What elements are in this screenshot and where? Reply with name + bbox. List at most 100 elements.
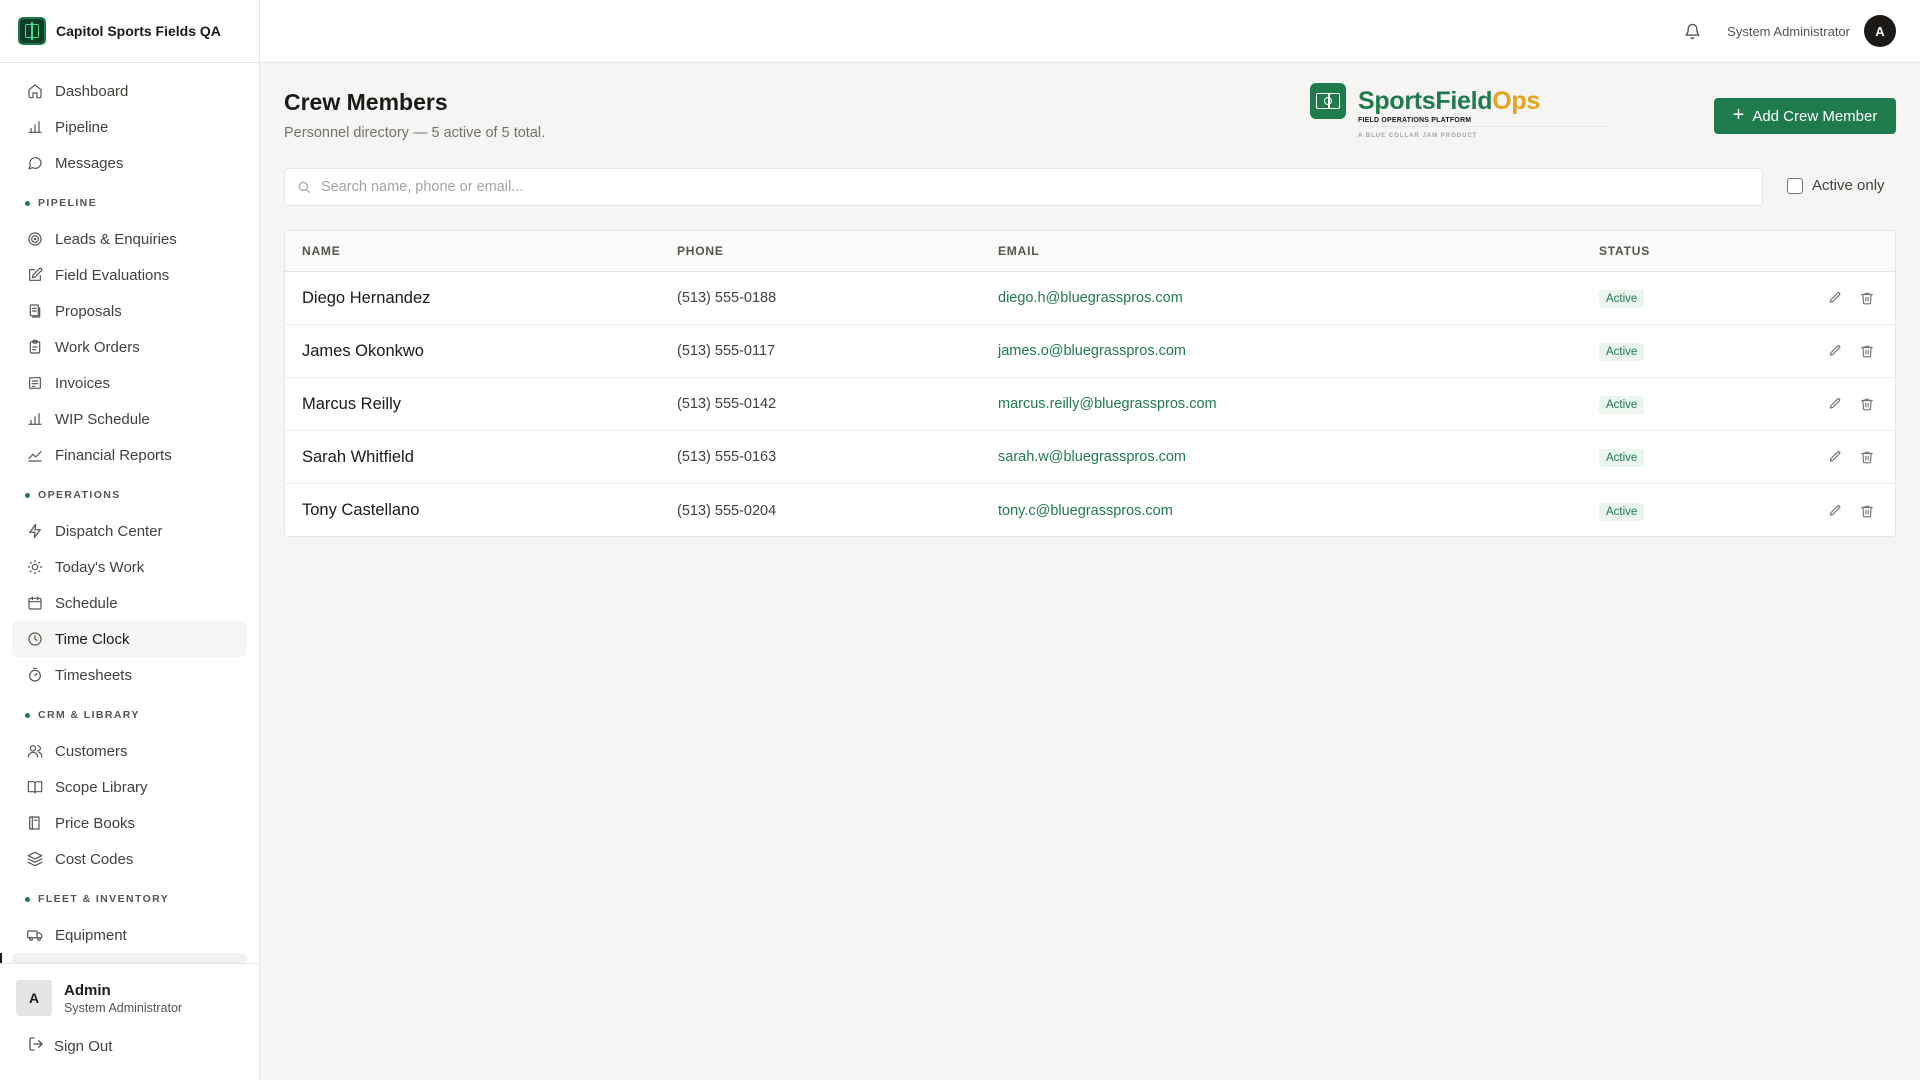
table-row[interactable]: Tony Castellano (513) 555-0204 tony.c@blue… bbox=[285, 484, 1895, 536]
sidebar-user[interactable]: A Admin System Administrator bbox=[0, 964, 259, 1016]
trash-icon[interactable] bbox=[1859, 449, 1875, 465]
user-name: Admin bbox=[64, 981, 111, 999]
sidebar-item-messages[interactable]: Messages bbox=[12, 145, 247, 181]
sidebar: Capitol Sports Fields QA Dashboard Pipeli… bbox=[0, 0, 260, 1080]
status-badge: Active bbox=[1599, 502, 1645, 521]
table-row[interactable]: Diego Hernandez (513) 555-0188 diego.h@blu… bbox=[285, 272, 1895, 325]
promo-tagline: FIELD OPERATIONS PLATFORM bbox=[1358, 117, 1472, 124]
search-input[interactable] bbox=[321, 179, 1721, 195]
bell-icon[interactable] bbox=[1681, 20, 1703, 42]
column-header-name[interactable]: NAME bbox=[285, 244, 677, 258]
receipt-icon bbox=[27, 375, 43, 391]
status-badge: Active bbox=[1599, 290, 1645, 308]
sidebar-item-timesheets[interactable]: Timesheets bbox=[12, 657, 247, 693]
sidebar-item-label: Equipment bbox=[55, 926, 127, 944]
clock-icon bbox=[27, 631, 43, 647]
bar-chart-icon bbox=[27, 119, 43, 135]
add-crew-member-button[interactable]: + Add Crew Member bbox=[1714, 98, 1896, 134]
crew-email-link[interactable]: sarah.w@bluegrasspros.com bbox=[998, 449, 1186, 465]
trash-icon[interactable] bbox=[1859, 396, 1875, 412]
sportsfieldops-logo: SportsFieldOps FIELD OPERATIONS PLATFORM… bbox=[1310, 83, 1655, 143]
book-icon bbox=[27, 815, 43, 831]
table-row[interactable]: Sarah Whitfield (513) 555-0163 sarah.w@blu… bbox=[285, 431, 1895, 484]
table-header: NAME PHONE EMAIL STATUS bbox=[285, 231, 1895, 272]
add-crew-member-label: Add Crew Member bbox=[1752, 107, 1878, 125]
crew-email-link[interactable]: tony.c@bluegrasspros.com bbox=[998, 503, 1173, 519]
sidebar-item-label: Scope Library bbox=[55, 778, 148, 796]
sidebar-item-work-orders[interactable]: Work Orders bbox=[12, 329, 247, 365]
sidebar-item-label: Price Books bbox=[55, 814, 136, 832]
trash-icon[interactable] bbox=[1859, 503, 1875, 519]
file-stack-icon bbox=[27, 303, 43, 319]
sidebar-item-label: Leads & Enquiries bbox=[55, 230, 177, 248]
sidebar-item-wip-schedule[interactable]: WIP Schedule bbox=[12, 401, 247, 437]
edit-icon[interactable] bbox=[1827, 503, 1843, 519]
sidebar-item-label: Dispatch Center bbox=[55, 522, 163, 540]
sign-out-button[interactable]: Sign Out bbox=[0, 1016, 259, 1056]
active-only-checkbox[interactable] bbox=[1787, 177, 1803, 194]
table-row[interactable]: Marcus Reilly (513) 555-0142 marcus.reilly… bbox=[285, 378, 1895, 431]
active-only-toggle[interactable]: Active only bbox=[1787, 177, 1885, 194]
sidebar-item-equipment[interactable]: Equipment bbox=[12, 917, 247, 953]
sidebar-section-pipeline: PIPELINE bbox=[12, 185, 247, 221]
sidebar-item-time-clock[interactable]: Time Clock bbox=[12, 621, 247, 657]
user-role: System Administrator bbox=[64, 1000, 183, 1015]
sidebar-section-operations: OPERATIONS bbox=[12, 477, 247, 513]
edit-icon[interactable] bbox=[1827, 396, 1843, 412]
bar-chart-icon bbox=[27, 411, 43, 427]
section-dot-icon bbox=[25, 896, 30, 902]
sidebar-item-pipeline[interactable]: Pipeline bbox=[12, 109, 247, 145]
sidebar-item-dispatch-center[interactable]: Dispatch Center bbox=[12, 513, 247, 549]
column-header-email[interactable]: EMAIL bbox=[998, 244, 1599, 258]
log-out-icon bbox=[28, 1036, 44, 1056]
edit-icon[interactable] bbox=[1827, 449, 1843, 465]
timer-icon bbox=[27, 667, 43, 683]
sidebar-item-label: Dashboard bbox=[55, 82, 129, 100]
sign-out-label: Sign Out bbox=[54, 1037, 113, 1055]
sidebar-item-label: Cost Codes bbox=[55, 850, 134, 868]
truck-icon bbox=[27, 927, 43, 943]
crew-name: Tony Castellano bbox=[302, 501, 420, 519]
section-title: CRM & LIBRARY bbox=[38, 709, 140, 721]
section-dot-icon bbox=[25, 200, 30, 206]
sidebar-item-proposals[interactable]: Proposals bbox=[12, 293, 247, 329]
sidebar-item-customers[interactable]: Customers bbox=[12, 733, 247, 769]
sidebar-item-invoices[interactable]: Invoices bbox=[12, 365, 247, 401]
crew-email-link[interactable]: james.o@bluegrasspros.com bbox=[998, 343, 1186, 359]
crew-email-link[interactable]: marcus.reilly@bluegrasspros.com bbox=[998, 396, 1217, 412]
crew-email-link[interactable]: diego.h@bluegrasspros.com bbox=[998, 290, 1183, 306]
sidebar-item-price-books[interactable]: Price Books bbox=[12, 805, 247, 841]
plus-icon: + bbox=[1732, 104, 1745, 126]
edit-square-icon bbox=[27, 267, 43, 283]
topbar-avatar[interactable]: A bbox=[1864, 15, 1896, 47]
sidebar-item-schedule[interactable]: Schedule bbox=[12, 585, 247, 621]
book-open-icon bbox=[27, 779, 43, 795]
avatar: A bbox=[16, 980, 52, 1016]
trash-icon[interactable] bbox=[1859, 290, 1875, 306]
column-header-phone[interactable]: PHONE bbox=[677, 244, 998, 258]
sidebar-item-crew-members[interactable]: Crew Members bbox=[0, 953, 247, 963]
sidebar-item-today-s-work[interactable]: Today's Work bbox=[12, 549, 247, 585]
edit-icon[interactable] bbox=[1827, 290, 1843, 306]
section-title: OPERATIONS bbox=[38, 489, 121, 501]
trash-icon[interactable] bbox=[1859, 343, 1875, 359]
sidebar-footer: A Admin System Administrator Sign Out bbox=[0, 963, 259, 1080]
sidebar-item-label: Field Evaluations bbox=[55, 266, 170, 284]
sidebar-item-cost-codes[interactable]: Cost Codes bbox=[12, 841, 247, 877]
promo-title: SportsFieldOps bbox=[1358, 87, 1540, 115]
sidebar-item-scope-library[interactable]: Scope Library bbox=[12, 769, 247, 805]
table-row[interactable]: James Okonkwo (513) 555-0117 james.o@blueg… bbox=[285, 325, 1895, 378]
clipboard-icon bbox=[27, 339, 43, 355]
sidebar-item-financial-reports[interactable]: Financial Reports bbox=[12, 437, 247, 473]
edit-icon[interactable] bbox=[1827, 343, 1843, 359]
sidebar-item-dashboard[interactable]: Dashboard bbox=[12, 73, 247, 109]
sidebar-item-label: Work Orders bbox=[55, 338, 140, 356]
sidebar-item-label: Invoices bbox=[55, 374, 111, 392]
section-title: PIPELINE bbox=[38, 197, 98, 209]
field-logo-icon bbox=[1310, 83, 1346, 119]
brand[interactable]: Capitol Sports Fields QA bbox=[0, 0, 259, 63]
column-header-status[interactable]: STATUS bbox=[1599, 244, 1799, 258]
sidebar-nav: Dashboard Pipeline Messages PIPELINE Leads &… bbox=[0, 63, 259, 963]
sidebar-item-field-evaluations[interactable]: Field Evaluations bbox=[12, 257, 247, 293]
sidebar-item-leads-and-enquiries[interactable]: Leads & Enquiries bbox=[12, 221, 247, 257]
